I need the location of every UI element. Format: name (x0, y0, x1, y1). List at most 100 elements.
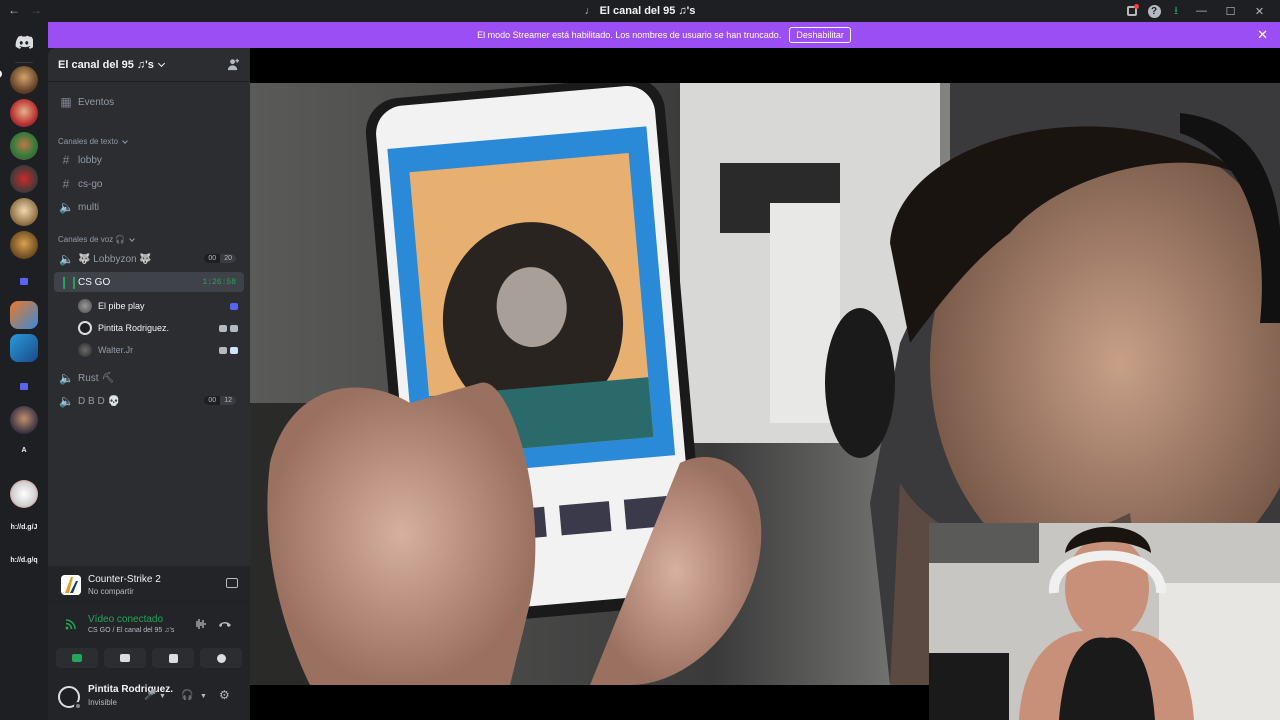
server-icon[interactable] (10, 480, 38, 508)
avatar (78, 299, 92, 313)
chevron-down-icon (129, 235, 136, 242)
user-limit-badge: 00 12 (204, 396, 236, 405)
call-actions (48, 648, 250, 672)
microphone-icon[interactable]: 🎤 (144, 690, 156, 702)
hash-icon: # (62, 177, 70, 191)
voice-channel-dbd[interactable]: 🔈 D B D 💀 00 12 (54, 391, 244, 411)
server-icon[interactable] (10, 198, 38, 226)
channel-name: CS GO (78, 276, 111, 288)
server-icon[interactable] (10, 406, 38, 434)
events-item[interactable]: ▦ Eventos (54, 92, 244, 112)
soundboard-icon (216, 653, 226, 663)
voice-location[interactable]: CS GO / El canal del 95 ♫'s (88, 627, 174, 634)
chevron-down-icon (122, 137, 128, 144)
invite-people-icon[interactable] (227, 58, 240, 71)
arrow-left-icon[interactable]: ← (8, 3, 20, 17)
user-limit: 12 (220, 396, 236, 405)
channel-name: multi (78, 201, 100, 213)
user-panel: Counter-Strike 2 No compartir Vídeo cone… (48, 566, 250, 720)
chevron-down-icon[interactable]: ▼ (200, 693, 210, 705)
server-icon[interactable] (10, 334, 38, 362)
disable-streamer-mode-button[interactable]: Deshabilitar (789, 27, 851, 43)
user-status: Invisible (88, 698, 117, 707)
text-channel-cs-go[interactable]: # cs-go (54, 174, 244, 194)
folder-icon[interactable] (10, 376, 38, 396)
user-limit-badge: 00 20 (204, 254, 236, 263)
discord-home-button[interactable] (10, 28, 38, 56)
maximize-button[interactable]: ☐ (1216, 2, 1245, 20)
category-text-channels[interactable]: Canales de texto (58, 137, 128, 146)
soundboard-button[interactable] (200, 648, 242, 668)
server-name: El canal del 95 ♫'s (58, 58, 154, 71)
voice-channel-lobbyzon[interactable]: 🔈 🐺 Lobbyzon 🐺 00 20 (54, 249, 244, 269)
server-name-text[interactable]: h://d.g/q (0, 557, 48, 564)
inbox-icon[interactable] (1121, 2, 1143, 20)
events-label: Eventos (78, 96, 115, 108)
voice-user[interactable]: Walter.Jr (78, 340, 242, 360)
server-icon[interactable] (10, 301, 38, 329)
voice-channel-rust[interactable]: 🔈 Rust ⛏ (54, 368, 244, 388)
server-icon[interactable] (10, 231, 38, 259)
server-list: A h://d.g/J h://d.g/q (0, 22, 48, 720)
channel-hash-icon: ♩ (584, 5, 596, 17)
voice-connection-panel: Vídeo conectado CS GO / El canal del 95 … (48, 610, 250, 646)
voice-channel-cs-go[interactable]: ❙❙ CS GO 1:26:58 (54, 272, 244, 292)
voice-status[interactable]: Vídeo conectado (88, 614, 163, 625)
game-icon (61, 575, 81, 595)
camera-icon (219, 324, 227, 332)
user-count: 00 (208, 397, 217, 404)
category-label: Canales de voz 🎧 (58, 235, 126, 244)
camera-icon (219, 346, 227, 354)
folder-icon[interactable] (10, 271, 38, 291)
voice-user[interactable]: Pintita Rodriguez. (78, 318, 242, 338)
unread-indicator (0, 70, 2, 78)
status-indicator (74, 702, 82, 710)
activities-button[interactable] (152, 648, 194, 668)
server-icon[interactable] (10, 132, 38, 160)
close-icon[interactable]: ✕ (1257, 27, 1268, 43)
server-header[interactable]: El canal del 95 ♫'s (48, 48, 250, 82)
chevron-down-icon[interactable]: ▼ (159, 693, 169, 705)
server-icon[interactable] (10, 165, 38, 193)
avatar (78, 343, 92, 357)
webcam-overlay[interactable] (929, 523, 1280, 720)
avatar (78, 321, 92, 335)
settings-gear-icon[interactable]: ⚙ (219, 688, 230, 702)
voice-user-name: El pibe play (98, 301, 145, 311)
screen-share-button[interactable] (104, 648, 146, 668)
title-bar: ← → ♩ El canal del 95 ♫'s ? ⭳ — ☐ ✕ (0, 0, 1280, 22)
activity-title: Counter-Strike 2 (88, 574, 161, 585)
arrow-right-icon[interactable]: → (30, 3, 42, 17)
server-name-text[interactable]: h://d.g/J (0, 524, 48, 531)
streamer-mode-banner: El modo Streamer está habilitado. Los no… (48, 22, 1280, 48)
user-limit: 20 (220, 254, 236, 263)
download-icon[interactable]: ⭳ (1165, 2, 1187, 20)
voice-user-name: Pintita Rodriguez. (98, 323, 170, 333)
close-window-button[interactable]: ✕ (1245, 2, 1274, 20)
activity-subtitle: No compartir (88, 587, 134, 596)
signal-icon[interactable] (65, 618, 77, 630)
help-icon[interactable]: ? (1143, 2, 1165, 20)
text-channel-multi[interactable]: 🔈 multi (54, 197, 244, 217)
screen-share-icon[interactable] (226, 578, 238, 588)
voice-active-icon: ❙❙ (59, 275, 80, 289)
activity-icon (230, 324, 238, 332)
speaker-icon: 🔈 (59, 394, 74, 408)
server-icon[interactable] (10, 66, 38, 94)
controller-icon (230, 302, 238, 310)
speaker-icon: 🔈 (59, 200, 74, 214)
call-timer: 1:26:58 (202, 278, 236, 287)
activities-icon (168, 653, 178, 663)
server-name-text[interactable]: A (0, 447, 48, 454)
noise-suppression-icon[interactable] (194, 618, 208, 630)
minimize-button[interactable]: — (1187, 2, 1216, 20)
channel-name: cs-go (78, 178, 103, 190)
disconnect-icon[interactable] (218, 618, 232, 630)
camera-icon (72, 654, 82, 662)
server-icon[interactable] (10, 99, 38, 127)
text-channel-lobby[interactable]: # lobby (54, 150, 244, 170)
category-voice-channels[interactable]: Canales de voz 🎧 (58, 235, 136, 244)
camera-button[interactable] (56, 648, 98, 668)
voice-user[interactable]: El pibe play (78, 296, 242, 316)
headphones-icon[interactable]: 🎧 (181, 690, 193, 702)
